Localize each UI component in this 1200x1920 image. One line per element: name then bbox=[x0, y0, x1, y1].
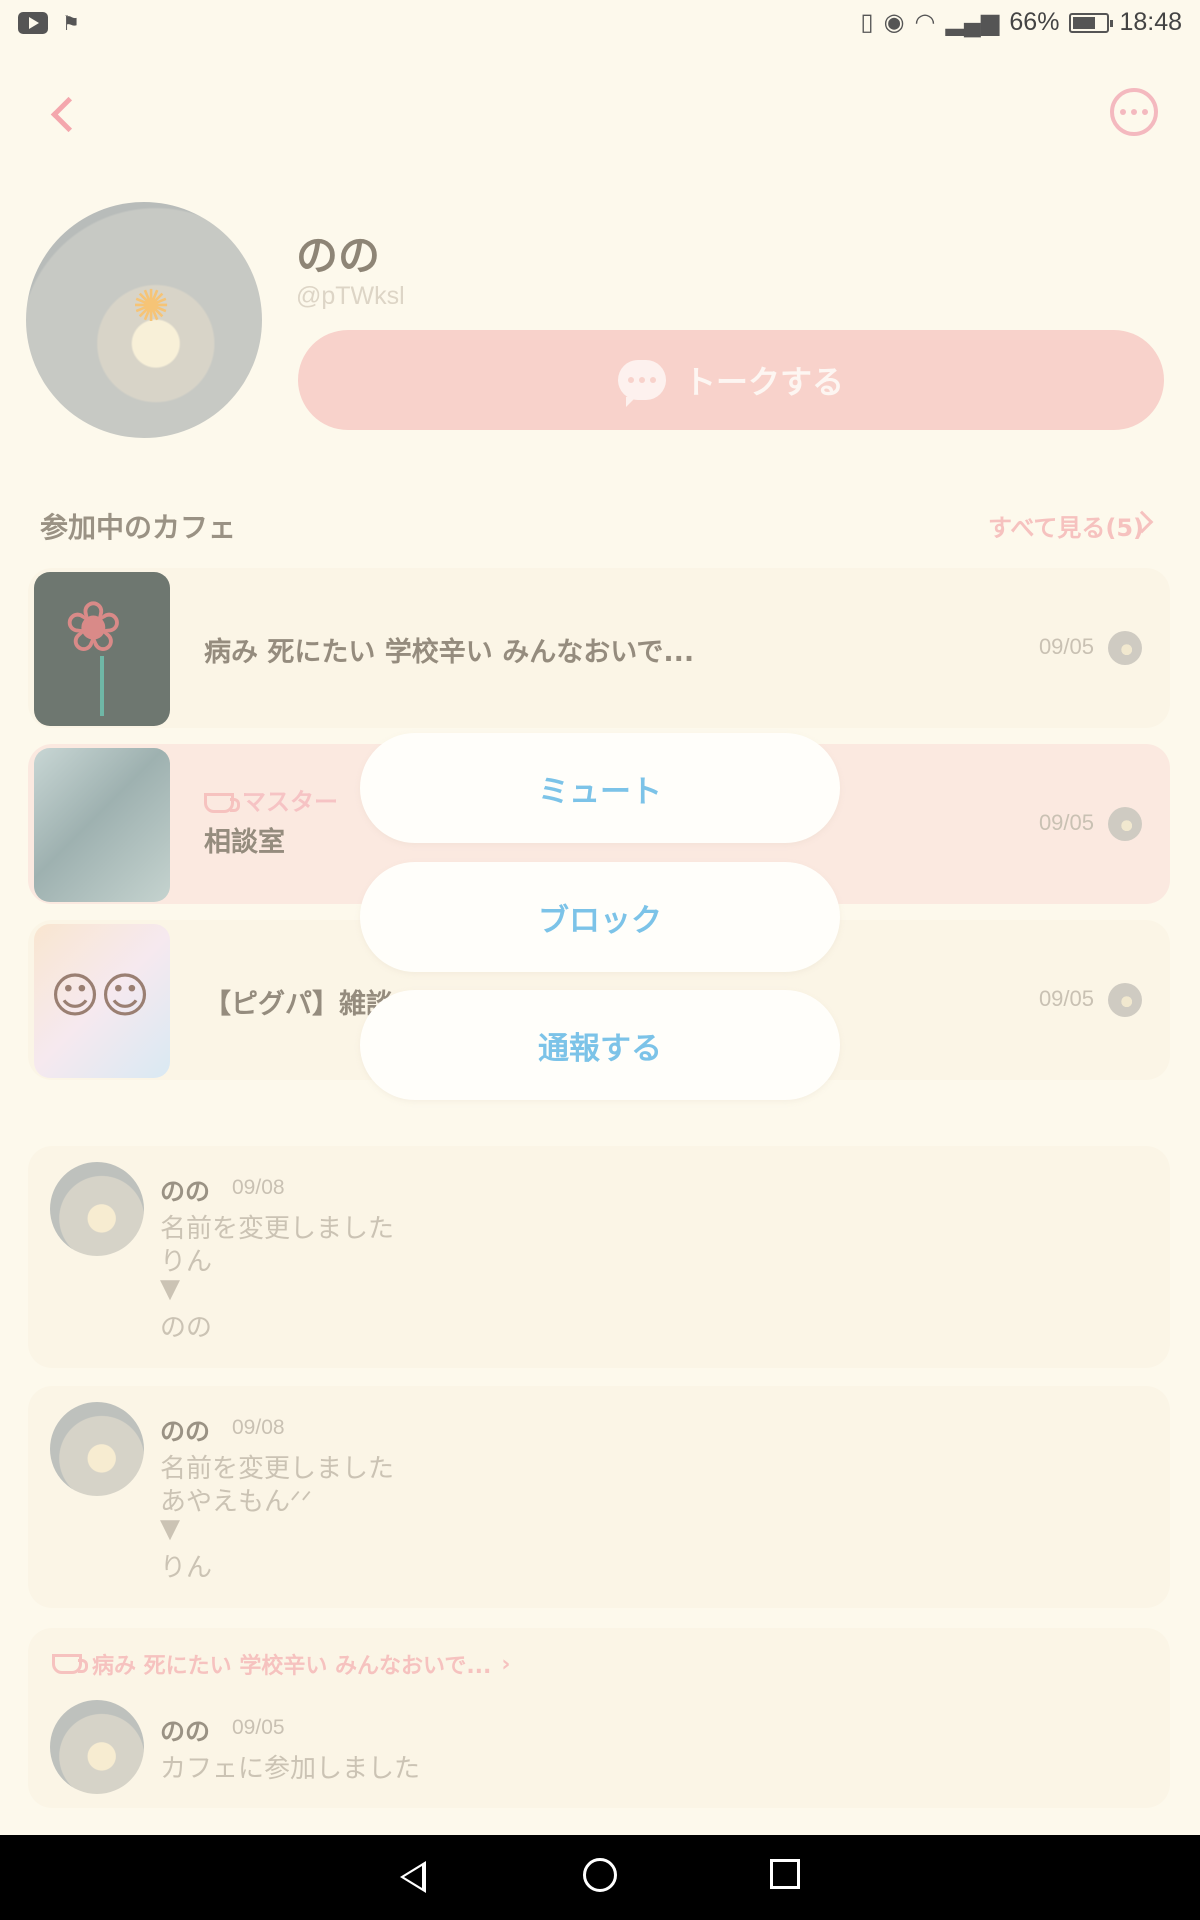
vibrate-icon: ▯ bbox=[860, 9, 874, 36]
status-bar: ⚑ ▯ ◉ ◠ ▂▄▆ 66% 18:48 bbox=[0, 0, 1200, 48]
master-badge-label: マスター bbox=[242, 788, 338, 816]
master-badge: マスター bbox=[204, 782, 338, 817]
back-icon[interactable] bbox=[44, 88, 84, 138]
battery-percent: 66% bbox=[1009, 8, 1060, 36]
sparkler-image: ✺ bbox=[132, 281, 170, 332]
timeline-line: のの bbox=[160, 1313, 213, 1343]
profile-handle: @pTWksl bbox=[296, 282, 405, 310]
cafe-thumbnail bbox=[34, 924, 170, 1078]
cafe-date: 09/05 bbox=[1038, 810, 1094, 835]
talk-button[interactable]: トークする bbox=[298, 330, 1164, 430]
timeline-date: 09/05 bbox=[232, 1716, 285, 1739]
avatar[interactable] bbox=[50, 1700, 144, 1794]
timeline-cafe-link[interactable]: 病み 死にたい 学校辛い みんなおいで... › bbox=[52, 1648, 510, 1680]
timeline-card[interactable]: のの 09/08 名前を変更しました りん ▼ のの bbox=[28, 1146, 1170, 1368]
timeline-line: りん bbox=[160, 1553, 213, 1583]
member-avatar bbox=[1108, 807, 1142, 841]
chat-dot bbox=[638, 377, 645, 383]
nav-recents-icon[interactable] bbox=[770, 1859, 800, 1889]
timeline-cafe-title: 病み 死にたい 学校辛い みんなおいで... bbox=[92, 1654, 492, 1679]
clock: 18:48 bbox=[1119, 8, 1182, 36]
status-bar-left: ⚑ bbox=[18, 12, 82, 34]
cafe-date: 09/05 bbox=[1038, 634, 1094, 659]
cafes-section-title: 参加中のカフェ bbox=[40, 511, 237, 544]
cafe-thumbnail bbox=[34, 572, 170, 726]
cafe-date: 09/05 bbox=[1038, 986, 1094, 1011]
profile-name: のの bbox=[296, 231, 381, 280]
timeline-card[interactable]: のの 09/08 名前を変更しました あやえもんᐟᐟ ▼ りん bbox=[28, 1386, 1170, 1608]
nav-back-icon[interactable] bbox=[400, 1861, 426, 1893]
block-button[interactable]: ブロック bbox=[360, 862, 840, 972]
cafe-row[interactable]: 病み 死にたい 学校辛い みんなおいで... 09/05 bbox=[28, 568, 1170, 728]
cafe-cup-icon bbox=[204, 793, 240, 813]
cafe-title: 相談室 bbox=[204, 827, 285, 858]
chevron-right-icon: › bbox=[501, 1651, 511, 1677]
more-dot bbox=[1120, 109, 1126, 115]
eye-icon: ◉ bbox=[883, 9, 905, 36]
more-dot bbox=[1142, 109, 1148, 115]
signal-icon: ▂▄▆ bbox=[945, 9, 1000, 36]
nav-home-icon[interactable] bbox=[583, 1858, 617, 1892]
timeline-name: のの bbox=[160, 1177, 211, 1206]
timeline-name: のの bbox=[160, 1417, 211, 1446]
timeline-card[interactable]: 病み 死にたい 学校辛い みんなおいで... › のの 09/05 カフェに参加… bbox=[28, 1628, 1170, 1808]
profile-avatar[interactable]: ✺ bbox=[26, 202, 262, 438]
cafe-cup-icon bbox=[52, 1654, 88, 1674]
cafe-thumbnail bbox=[34, 748, 170, 902]
timeline-line: ▼ bbox=[160, 1514, 180, 1544]
wifi-icon: ◠ bbox=[914, 9, 936, 36]
member-avatar bbox=[1108, 983, 1142, 1017]
cafe-title: 【ピグパ】雑談 bbox=[204, 989, 393, 1020]
see-all-link[interactable]: すべて見る(5) bbox=[988, 508, 1144, 543]
more-horizontal-icon[interactable] bbox=[1110, 88, 1158, 136]
timeline-line: ▼ bbox=[160, 1274, 180, 1304]
timeline-line: あやえもんᐟᐟ bbox=[160, 1487, 313, 1517]
talk-button-label: トークする bbox=[683, 363, 844, 401]
youtube-icon bbox=[18, 12, 48, 34]
chat-dot bbox=[627, 377, 634, 383]
status-bar-right: ▯ ◉ ◠ ▂▄▆ 66% 18:48 bbox=[860, 8, 1182, 37]
chat-dot bbox=[649, 377, 656, 383]
mute-button[interactable]: ミュート bbox=[360, 733, 840, 843]
cafe-title: 病み 死にたい 学校辛い みんなおいで... bbox=[204, 637, 695, 668]
avatar[interactable] bbox=[50, 1162, 144, 1256]
timeline-line: りん bbox=[160, 1247, 213, 1277]
battery-icon bbox=[1069, 12, 1114, 33]
timeline-name: のの bbox=[160, 1717, 211, 1746]
more-dot bbox=[1131, 109, 1137, 115]
avatar[interactable] bbox=[50, 1402, 144, 1496]
timeline-date: 09/08 bbox=[232, 1176, 285, 1199]
report-button[interactable]: 通報する bbox=[360, 990, 840, 1100]
chat-bubble-icon bbox=[617, 360, 666, 407]
app-icon: ⚑ bbox=[62, 11, 80, 35]
timeline-date: 09/08 bbox=[232, 1416, 285, 1439]
timeline-line: 名前を変更しました bbox=[160, 1454, 395, 1484]
system-nav-bar bbox=[0, 1835, 1200, 1920]
member-avatar bbox=[1108, 631, 1142, 665]
timeline-line: カフェに参加しました bbox=[160, 1754, 421, 1784]
timeline-line: 名前を変更しました bbox=[160, 1214, 395, 1244]
